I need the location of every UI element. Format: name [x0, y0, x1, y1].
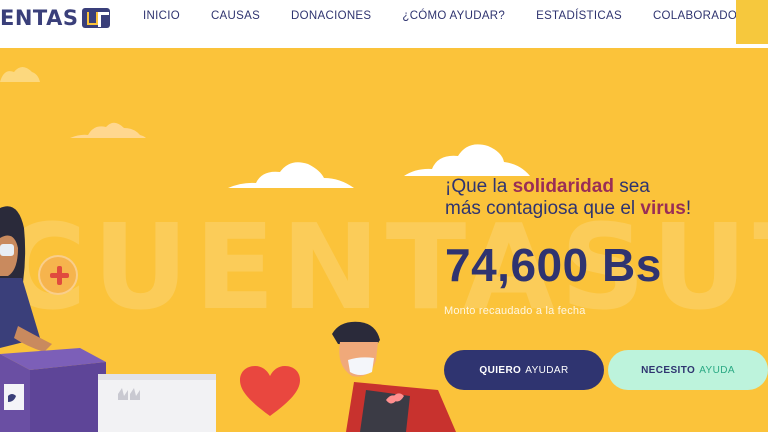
logo-text: ENTAS — [0, 6, 79, 30]
hero-tagline: ¡Que la solidaridad sea más contagiosa q… — [445, 176, 691, 220]
plus-icon — [38, 255, 78, 295]
tagline-text: ¡Que la — [445, 176, 513, 197]
hero-section: CUENTASUT ¡Que la solidaridad sea más co… — [0, 48, 768, 432]
nav-item-inicio[interactable]: INICIO — [143, 10, 180, 22]
nav-item-donaciones[interactable]: DONACIONES — [291, 10, 371, 22]
tagline-line-2: más contagiosa que el virus! — [445, 198, 691, 220]
quiero-ayudar-button[interactable]: QUIERO AYUDAR — [444, 350, 604, 390]
nav-item-causas[interactable]: CAUSAS — [211, 10, 260, 22]
cloud-icon — [70, 122, 146, 138]
volunteer-man-illustration — [332, 321, 456, 432]
tagline-text: sea — [613, 176, 650, 197]
tagline-highlight-solidaridad: solidaridad — [512, 176, 614, 197]
button-label-strong: QUIERO — [479, 364, 522, 376]
logo-mark-icon — [81, 8, 110, 28]
heart-icon — [240, 366, 300, 416]
site-logo[interactable]: ENTAS — [0, 6, 110, 30]
header-accent-button[interactable] — [736, 0, 768, 44]
cloud-icon — [404, 144, 530, 176]
button-label-soft: AYUDA — [699, 364, 735, 376]
button-label-soft: AYUDAR — [525, 364, 569, 376]
cloud-icon — [0, 67, 40, 82]
nav-item-estadisticas[interactable]: ESTADÍSTICAS — [536, 10, 622, 22]
tagline-line-1: ¡Que la solidaridad sea — [445, 176, 691, 198]
necesito-ayuda-button[interactable]: NECESITO AYUDA — [608, 350, 768, 390]
tagline-highlight-virus: virus — [640, 198, 686, 219]
box-illustration — [98, 374, 216, 432]
main-nav: INICIO CAUSAS DONACIONES ¿CÓMO AYUDAR? E… — [143, 10, 768, 22]
button-label-strong: NECESITO — [641, 364, 696, 376]
cloud-icon — [228, 162, 354, 188]
donation-box-illustration — [0, 348, 106, 432]
tagline-text: más contagiosa que el — [445, 198, 641, 219]
nav-item-como-ayudar[interactable]: ¿CÓMO AYUDAR? — [402, 10, 505, 22]
amount-raised: 74,600 Bs — [445, 239, 662, 291]
site-header: ENTAS INICIO CAUSAS DONACIONES ¿CÓMO AYU… — [0, 0, 768, 48]
amount-raised-label: Monto recaudado a la fecha — [444, 305, 586, 317]
tagline-text: ! — [685, 198, 692, 219]
